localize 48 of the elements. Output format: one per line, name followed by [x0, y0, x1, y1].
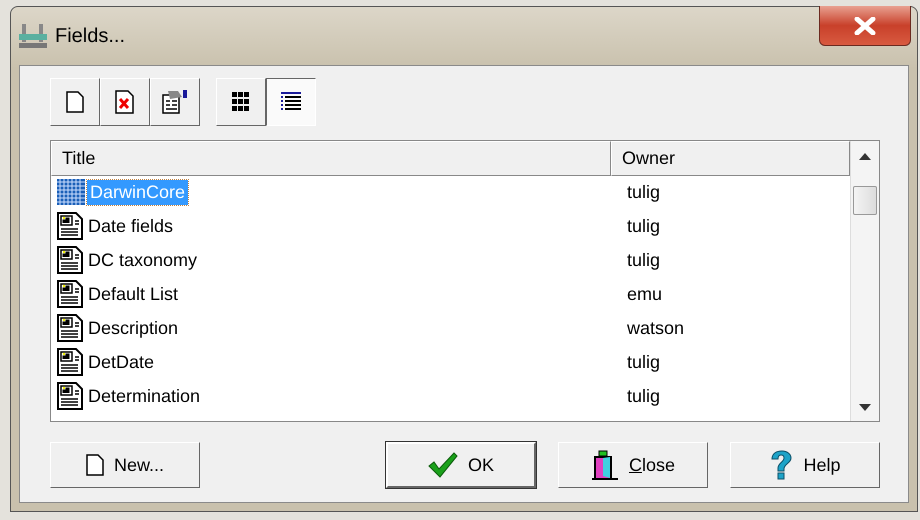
properties-icon	[161, 89, 189, 115]
page-icon	[66, 91, 84, 113]
icon-view-button[interactable]	[216, 78, 266, 126]
owner-cell-text: tulig	[626, 250, 662, 270]
list-item[interactable]: Default List	[85, 282, 182, 306]
scrollbar[interactable]	[850, 141, 879, 421]
form-document-icon	[57, 348, 83, 376]
owner-cell-text: tulig	[626, 386, 662, 406]
list-item[interactable]: Date fields	[85, 214, 176, 238]
scroll-down-icon[interactable]	[859, 404, 871, 411]
ok-button[interactable]: OK	[386, 442, 536, 488]
form-document-icon	[57, 314, 83, 342]
delete-page-icon	[115, 90, 135, 114]
form-document-icon	[57, 280, 83, 308]
new-button[interactable]	[50, 78, 100, 126]
owner-cell-text: tulig	[626, 182, 662, 202]
list-item[interactable]: Determination	[85, 384, 204, 408]
owner-cell-text: emu	[626, 284, 664, 304]
details-view-icon	[281, 92, 301, 112]
owner-cell-text: tulig	[626, 216, 662, 236]
app-icon	[19, 23, 47, 49]
close-button[interactable]	[819, 6, 911, 46]
list-item[interactable]: Description	[85, 316, 182, 340]
column-header[interactable]: Owner	[611, 141, 850, 176]
scroll-up-icon[interactable]	[859, 153, 871, 160]
grid-document-icon	[57, 179, 85, 205]
window-title: Fields...	[55, 24, 126, 48]
form-document-icon	[57, 382, 83, 410]
details-view-button[interactable]	[266, 78, 316, 126]
owner-cell-text: watson	[626, 318, 686, 338]
checkmark-icon	[428, 452, 458, 478]
list-item[interactable]: DetDate	[85, 350, 158, 374]
owner-cell-text: tulig	[626, 352, 662, 372]
close-button[interactable]: Close	[558, 442, 708, 488]
column-header[interactable]: Title	[51, 141, 611, 176]
help-icon	[769, 450, 794, 480]
properties-button[interactable]	[150, 78, 200, 126]
icon-view-icon	[232, 92, 250, 112]
page-icon	[86, 454, 104, 476]
close-icon	[854, 16, 876, 34]
new-button[interactable]: New...	[50, 442, 200, 488]
form-document-icon	[57, 212, 83, 240]
help-button[interactable]: Help	[730, 442, 880, 488]
scroll-thumb[interactable]	[853, 186, 877, 215]
door-icon	[590, 450, 619, 480]
list-item[interactable]: DC taxonomy	[85, 248, 200, 272]
form-document-icon	[57, 246, 83, 274]
delete-button[interactable]	[100, 78, 150, 126]
